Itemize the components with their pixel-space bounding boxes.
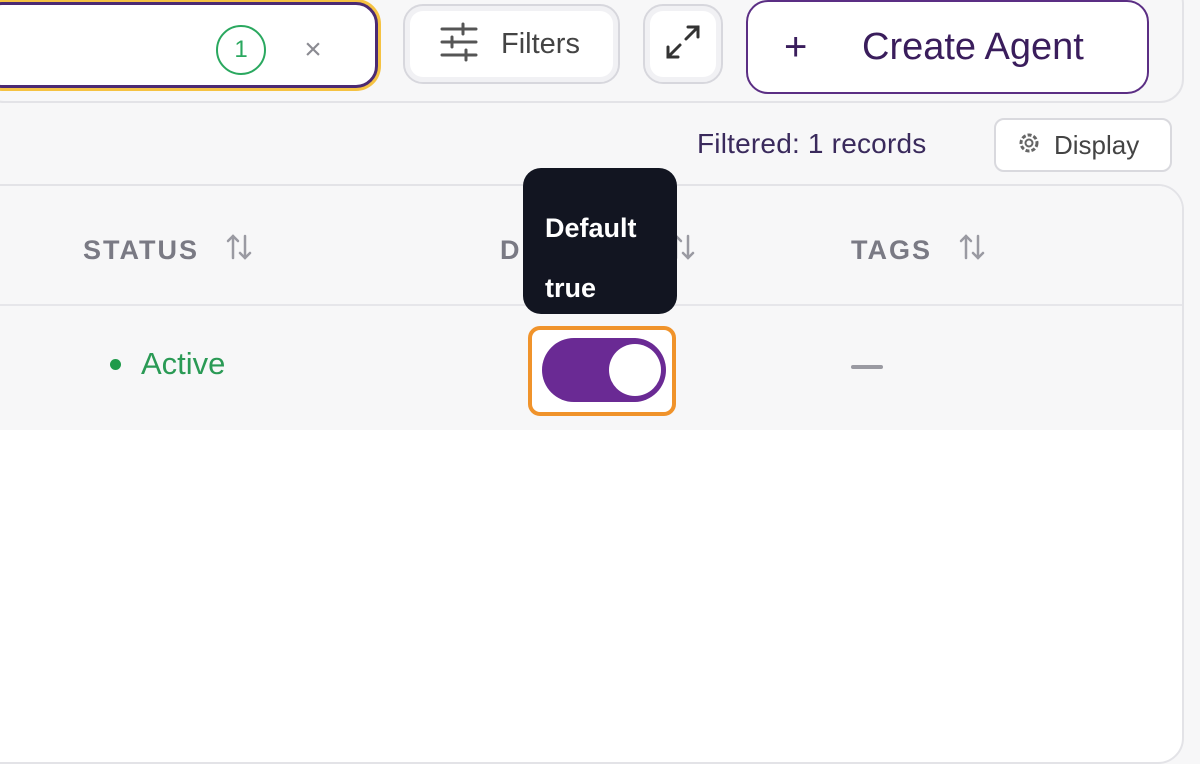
filters-label: Filters (501, 27, 580, 60)
clear-icon[interactable]: × (299, 33, 327, 67)
status-cell: Active (110, 346, 225, 382)
sort-icon (958, 232, 986, 269)
sliders-icon (439, 22, 479, 67)
expand-button[interactable] (643, 4, 723, 84)
column-tags[interactable]: TAGS (851, 232, 986, 269)
display-label: Display (1054, 129, 1140, 160)
sort-icon (225, 232, 253, 269)
create-agent-button[interactable]: + Create Agent (746, 0, 1149, 94)
plus-icon: + (784, 24, 808, 69)
column-status[interactable]: STATUS (83, 232, 253, 269)
tags-empty-dash (851, 365, 883, 369)
default-toggle-highlight (528, 326, 676, 416)
display-button[interactable]: Display (994, 118, 1172, 172)
filtered-records-count: Filtered: 1 records (697, 128, 927, 159)
tooltip-line1: Default (545, 213, 637, 243)
default-tooltip: Default true (523, 168, 677, 314)
tooltip-line2: true (545, 273, 597, 303)
column-default-label: D (500, 235, 522, 265)
filter-count-badge: 1 (216, 25, 266, 75)
search-input[interactable]: 1 × (0, 2, 378, 88)
status-text: Active (141, 346, 226, 381)
column-status-label: STATUS (83, 235, 199, 265)
default-toggle[interactable] (542, 338, 666, 402)
expand-icon (662, 21, 704, 68)
filters-button[interactable]: Filters (403, 4, 620, 84)
table-row[interactable]: Active (0, 306, 1182, 430)
toggle-knob (609, 344, 661, 396)
gear-icon (1016, 130, 1042, 161)
create-agent-label: Create Agent (862, 25, 1084, 68)
column-tags-label: TAGS (851, 235, 932, 265)
status-dot (110, 358, 121, 370)
